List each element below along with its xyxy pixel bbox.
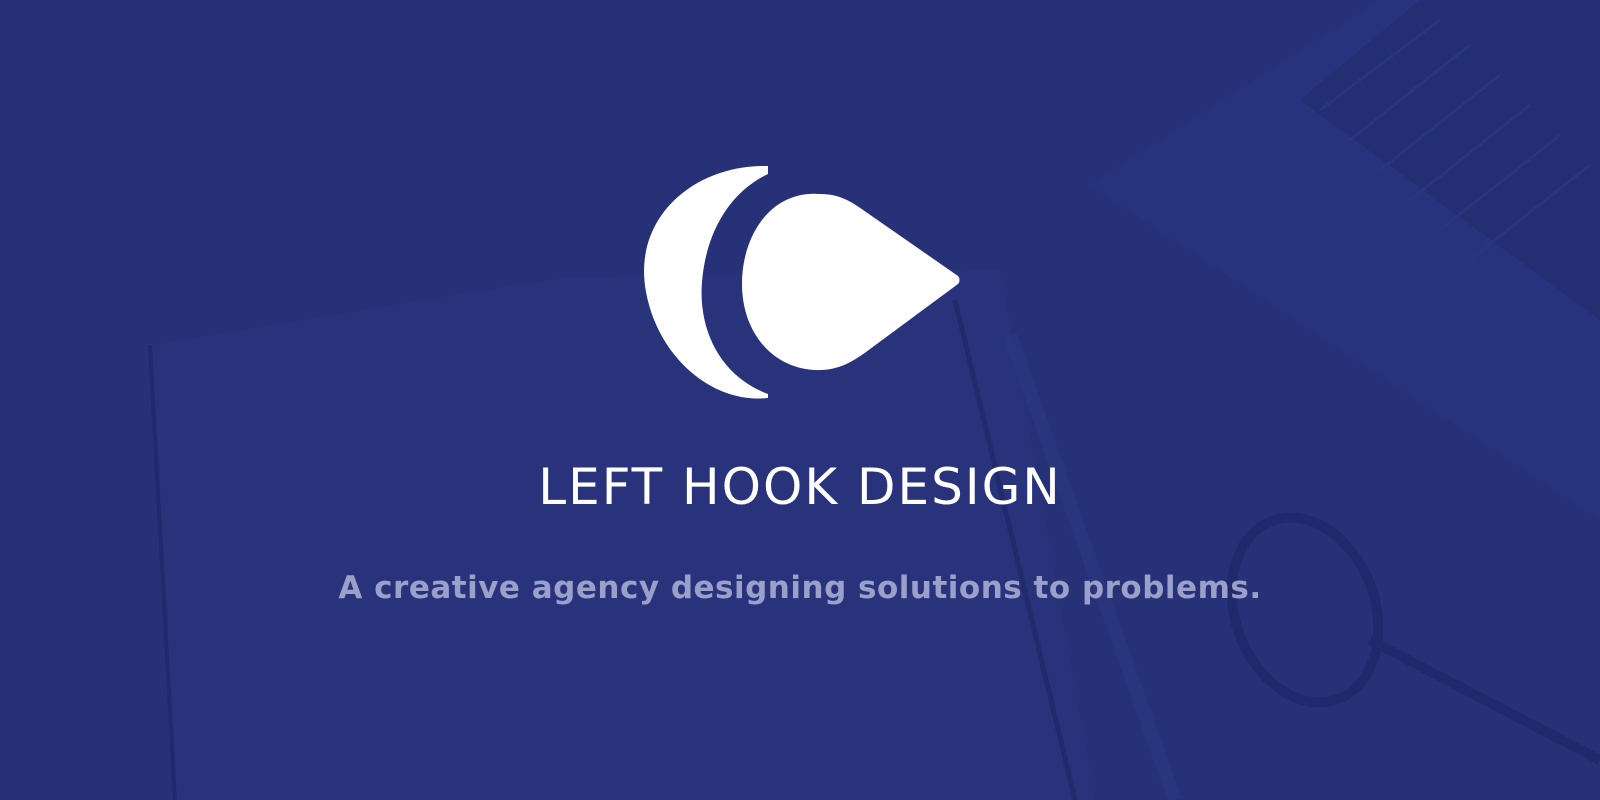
left-hook-logo-icon — [644, 165, 960, 399]
brand-tagline: A creative agency designing solutions to… — [338, 570, 1262, 606]
glasses-shape — [1226, 512, 1600, 765]
brand-title: LEFT HOOK DESIGN — [538, 458, 1062, 516]
logo-teardrop — [742, 193, 960, 371]
